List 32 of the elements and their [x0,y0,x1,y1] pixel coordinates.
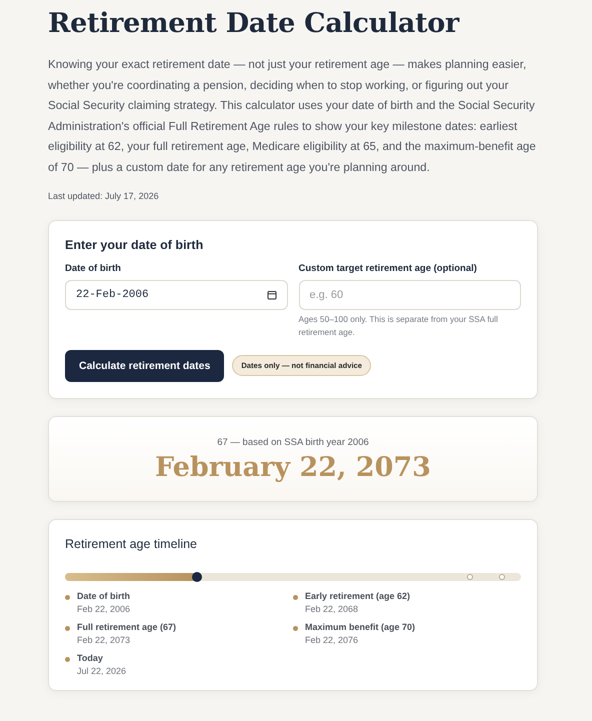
retirement-date: February 22, 2073 [154,452,432,483]
milestone-label: Date of birth [77,590,130,601]
milestone-date: Feb 22, 2076 [305,634,360,645]
field-label: Date of birth [65,262,122,274]
age-field[interactable]: e.g. 60 [298,280,521,310]
bullet-icon [65,594,70,600]
bullet-icon [65,626,70,631]
milestone-label: Early retirement (age 62) [305,590,410,601]
section-heading: Enter your date of birth [65,238,204,252]
date-field[interactable]: 22-Feb-2006 [65,280,288,310]
milestone-date: Jul 22, 2026 [77,666,126,676]
milestone-marker [466,574,473,580]
section-heading: Retirement age timeline [65,536,198,551]
field-hint: Ages 50–100 only. This is separate from your SSA full retirement age. [298,312,499,339]
milestone-date: Feb 22, 2073 [77,634,132,645]
bullet-icon [293,626,298,631]
result-subtitle: 67 — based on SSA birth year 2006 [216,436,370,448]
field-label: Custom target retirement age (optional) [298,262,478,274]
milestone-date: Feb 22, 2006 [77,604,130,614]
milestone-date: Feb 22, 2068 [305,604,360,614]
page-title: Retirement Date Calculator [48,8,460,39]
bullet-icon [293,594,298,600]
current-marker [192,572,202,582]
intro-paragraph: Knowing your exact retirement date — not just your retirement age — makes planning easier, whether you're coordinating a pension, deciding when to stop working, or figuring out your Social Security claiming strategy. This calculator uses your date of birth and the Social Security Administration's official Full Retirement Age rules to show your key milestone dates: earliest eligibility at 62, your full retirement age, Medicare eligibility at 65, and the maximum-benefit age of 70 — plus a custom date for any retirement age you're planning around. [48,57,537,176]
milestone-marker [498,574,505,580]
milestone-label: Maximum benefit (age 70) [305,622,416,632]
calendar-icon[interactable] [266,290,276,300]
last-updated: Last updated: July 17, 2026 [48,190,160,201]
calculate-button[interactable]: Calculate retirement dates [65,350,224,382]
bullet-icon [65,656,70,662]
milestone-label: Today [77,652,104,663]
milestone-label: Full retirement age (67) [77,622,176,632]
